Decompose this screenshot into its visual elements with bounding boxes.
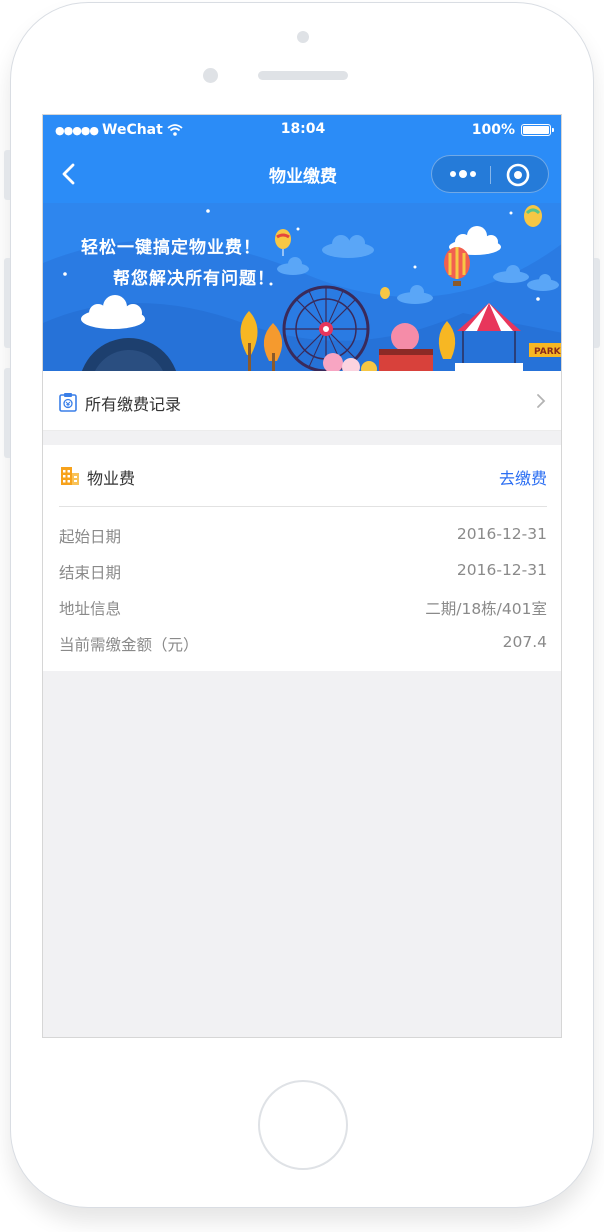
records-label: 所有缴费记录 [85, 395, 182, 414]
chevron-right-icon [537, 394, 546, 408]
fee-detail-row: 地址信息 二期/18栋/401室 [59, 597, 547, 621]
address-value: 二期/18栋/401室 [425, 600, 547, 618]
proximity-sensor [203, 68, 218, 83]
capsule-divider [490, 166, 491, 184]
fee-detail-row: 结束日期 2016-12-31 [59, 561, 547, 585]
fee-detail-row: 当前需缴金额（元） 207.4 [59, 633, 547, 657]
banner-headline: 轻松一键搞定物业费！ [81, 238, 261, 258]
start-date-value: 2016-12-31 [456, 525, 547, 543]
battery-info: 100% [471, 122, 554, 138]
fee-detail-row: 起始日期 2016-12-31 [59, 525, 547, 549]
mute-switch [4, 150, 10, 200]
all-payment-records-link[interactable]: 所有缴费记录 [43, 371, 561, 431]
park-sign-text: PARK [534, 347, 562, 357]
start-date-label: 起始日期 [59, 528, 122, 546]
earpiece-speaker [258, 71, 348, 80]
end-date-value: 2016-12-31 [456, 561, 547, 579]
front-camera [297, 31, 309, 43]
navigation-bar: 物业缴费 [43, 145, 561, 203]
end-date-label: 结束日期 [59, 564, 122, 582]
volume-down-button [4, 368, 10, 458]
fee-title: 物业费 [87, 469, 136, 488]
banner-subheadline: 帮您解决所有问题！ [113, 269, 275, 289]
close-mini-program-icon[interactable] [504, 161, 532, 189]
mini-program-capsule [431, 155, 549, 193]
battery-fill [523, 126, 549, 134]
promo-banner: PARK 轻松一键搞定物业费！ 帮您解决所有问题！ [43, 203, 562, 371]
building-icon [61, 467, 79, 485]
battery-icon [521, 124, 554, 136]
amount-due-value: 207.4 [502, 633, 547, 651]
volume-up-button [4, 258, 10, 348]
app-screen: ●●●●● WeChat 18:04 100% 物业缴费 PARK 轻松一键搞定… [42, 114, 562, 1038]
battery-percent: 100% [471, 122, 515, 138]
receipt-icon [59, 393, 77, 412]
status-bar: ●●●●● WeChat 18:04 100% [43, 115, 561, 145]
address-label: 地址信息 [59, 600, 122, 618]
amount-due-label: 当前需缴金额（元） [59, 636, 199, 654]
power-button [594, 258, 600, 348]
card-divider [59, 506, 547, 507]
home-button[interactable] [258, 1080, 348, 1170]
more-options-icon[interactable] [446, 160, 480, 188]
property-fee-card: 物业费 去缴费 起始日期 2016-12-31 结束日期 2016-12-31 … [43, 445, 561, 671]
go-pay-button[interactable]: 去缴费 [499, 465, 547, 489]
